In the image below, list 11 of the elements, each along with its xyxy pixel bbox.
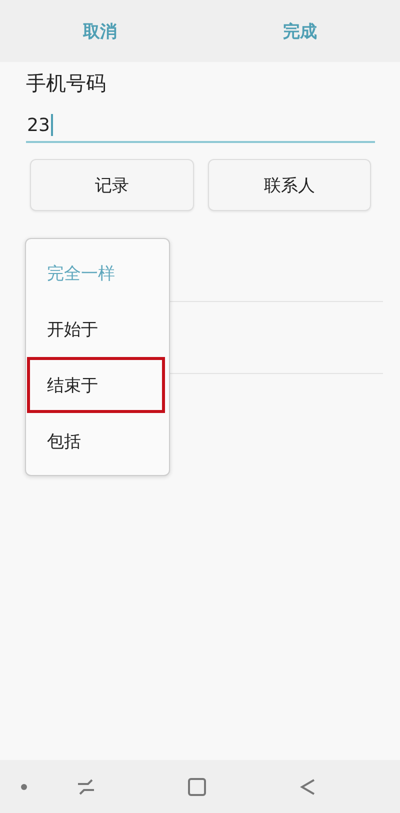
field-label: 手机号码	[26, 70, 107, 97]
menu-item[interactable]: 包括	[27, 413, 165, 469]
contacts-button[interactable]: 联系人	[208, 159, 371, 211]
back-icon[interactable]	[298, 778, 316, 796]
dot-icon[interactable]	[20, 782, 28, 790]
log-button[interactable]: 记录	[30, 159, 194, 211]
home-icon[interactable]	[188, 778, 206, 796]
phone-input-field[interactable]: 23	[26, 109, 375, 143]
menu-item[interactable]: 结束于	[27, 357, 165, 413]
menu-item[interactable]: 开始于	[27, 301, 165, 357]
recents-icon[interactable]	[76, 778, 96, 794]
